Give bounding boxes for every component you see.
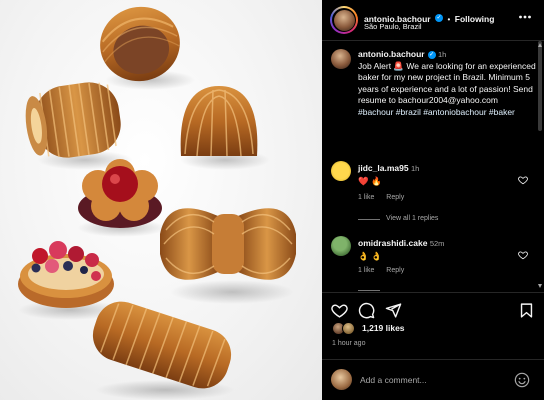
current-user-avatar bbox=[331, 369, 352, 390]
send-icon[interactable] bbox=[385, 302, 402, 319]
likes-row[interactable]: 1,219 likes bbox=[332, 322, 532, 336]
post-time[interactable]: 1 hour ago bbox=[332, 340, 365, 347]
replies-line bbox=[358, 219, 380, 220]
comment-header: jidc_la.ma95 1h bbox=[358, 163, 419, 173]
post-location[interactable]: São Paulo, Brazil bbox=[364, 22, 422, 31]
post-details-panel: antonio.bachour ✓ • Following São Paulo,… bbox=[322, 0, 544, 400]
replies-line bbox=[358, 290, 380, 291]
caption-avatar[interactable] bbox=[331, 49, 351, 69]
caption-age: 1h bbox=[437, 50, 447, 59]
add-comment-bar bbox=[322, 360, 544, 400]
verified-badge-icon: ✓ bbox=[427, 50, 436, 59]
comment-text: ❤️ 🔥 bbox=[358, 176, 382, 186]
commenter-avatar[interactable] bbox=[331, 161, 351, 181]
author-avatar[interactable] bbox=[330, 6, 358, 34]
separator-dot: • bbox=[447, 15, 451, 24]
post-caption: antonio.bachour ✓ 1h Job Alert 🚨 We are l… bbox=[358, 49, 538, 118]
comment-icon[interactable] bbox=[358, 302, 375, 319]
comment-username[interactable]: jidc_la.ma95 bbox=[358, 163, 409, 173]
comment-likes[interactable]: 1 like bbox=[358, 267, 374, 274]
post-header: antonio.bachour ✓ • Following São Paulo,… bbox=[322, 0, 544, 40]
reply-button[interactable]: Reply bbox=[386, 194, 404, 201]
caption-text: Job Alert 🚨 We are looking for an experi… bbox=[358, 60, 536, 106]
comment-username[interactable]: omidrashidi.cake bbox=[358, 238, 427, 248]
liker-avatar bbox=[342, 322, 355, 335]
scrollbar-thumb[interactable] bbox=[538, 41, 542, 131]
heart-icon[interactable] bbox=[331, 302, 348, 319]
pastries-image bbox=[18, 6, 296, 400]
add-comment-input[interactable] bbox=[360, 373, 500, 387]
croissant-dome-right bbox=[180, 86, 258, 157]
comments-scrollbar[interactable] bbox=[538, 41, 542, 291]
emoji-icon[interactable] bbox=[514, 372, 530, 388]
comment-meta: 1 like Reply bbox=[358, 267, 414, 274]
caption-username[interactable]: antonio.bachour bbox=[358, 49, 425, 59]
comment-heart-icon[interactable] bbox=[518, 250, 528, 260]
croissant-roll-left bbox=[25, 82, 121, 158]
scroll-up-arrow-icon[interactable] bbox=[538, 43, 542, 47]
berry-tart bbox=[18, 241, 114, 308]
scroll-down-arrow-icon[interactable] bbox=[538, 284, 542, 288]
bookmark-icon[interactable] bbox=[518, 302, 535, 319]
comment-age: 1h bbox=[410, 164, 420, 173]
verified-badge-icon: ✓ bbox=[435, 13, 444, 22]
reply-button[interactable]: Reply bbox=[386, 267, 404, 274]
more-dots-icon[interactable] bbox=[518, 10, 532, 24]
comment-age: 52m bbox=[429, 239, 445, 248]
comment-header: omidrashidi.cake 52m bbox=[358, 238, 444, 248]
commenter-avatar[interactable] bbox=[331, 236, 351, 256]
comment-likes[interactable]: 1 like bbox=[358, 194, 374, 201]
comments-section[interactable]: antonio.bachour ✓ 1h Job Alert 🚨 We are l… bbox=[322, 41, 544, 293]
caption-hashtags[interactable]: #bachour #brazil #antoniobachour #baker bbox=[358, 107, 515, 117]
comment-text: 👌 👌 bbox=[358, 251, 382, 261]
following-button[interactable]: Following bbox=[455, 14, 495, 24]
comment-meta: 1 like Reply bbox=[358, 194, 414, 201]
view-replies-button[interactable]: View all 1 replies bbox=[386, 215, 438, 222]
likes-count[interactable]: 1,219 likes bbox=[362, 323, 405, 333]
bow-pastry bbox=[160, 208, 296, 280]
comment-heart-icon[interactable] bbox=[518, 175, 528, 185]
post-photo[interactable] bbox=[0, 0, 322, 400]
